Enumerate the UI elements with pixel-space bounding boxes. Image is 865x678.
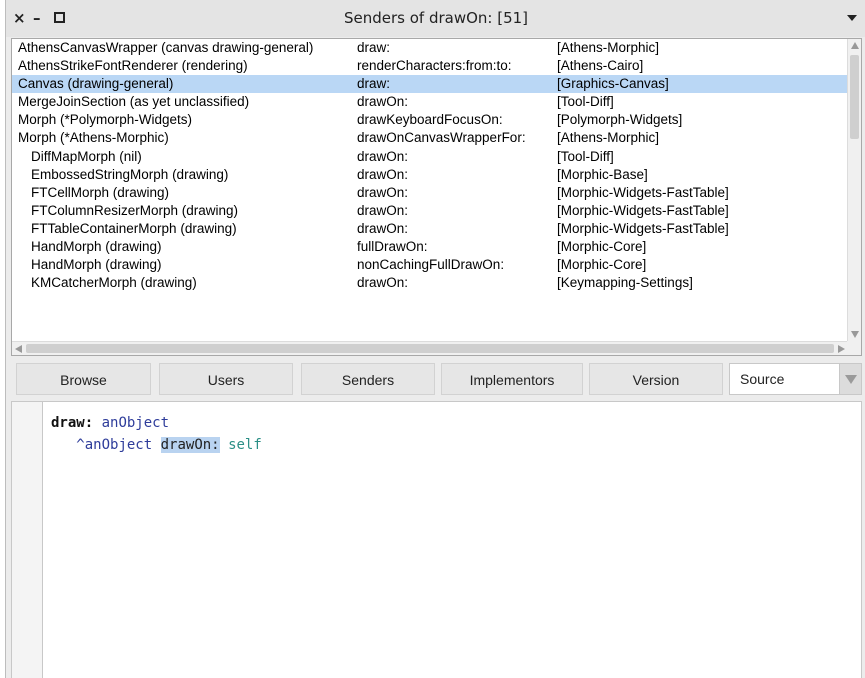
sender-class-cell: EmbossedStringMorph (drawing) <box>31 166 229 182</box>
highlighted-message: drawOn: <box>160 437 220 453</box>
sender-package-cell: [Keymapping-Settings] <box>557 275 693 291</box>
sender-selector-cell: fullDrawOn: <box>357 239 428 255</box>
sender-package-cell: [Tool-Diff] <box>557 148 614 164</box>
sender-class-cell: DiffMapMorph (nil) <box>31 148 142 164</box>
scroll-right-icon[interactable] <box>838 345 845 353</box>
sender-class-cell: HandMorph (drawing) <box>31 239 162 255</box>
sender-class-cell: AthensStrikeFontRenderer (rendering) <box>18 58 248 74</box>
horizontal-scrollbar[interactable] <box>12 341 848 355</box>
method-argument: anObject <box>101 415 170 431</box>
editor-gutter <box>12 402 43 678</box>
sender-class-cell: Morph (*Polymorph-Widgets) <box>18 112 193 128</box>
list-item[interactable]: Morph (*Athens-Morphic) drawOnCanvasWrapp… <box>12 129 848 147</box>
sender-selector-cell: drawOn: <box>357 166 409 182</box>
scroll-down-icon[interactable] <box>851 331 859 338</box>
list-item[interactable]: MergeJoinSection (as yet unclassified) dr… <box>12 93 848 111</box>
sender-class-cell: MergeJoinSection (as yet unclassified) <box>18 94 250 110</box>
sender-package-cell: [Morphic-Widgets-FastTable] <box>557 202 729 218</box>
list-item[interactable]: DiffMapMorph (nil) drawOn: [Tool-Diff] <box>12 148 848 166</box>
scroll-up-icon[interactable] <box>851 42 859 49</box>
version-button[interactable]: Version <box>589 363 723 395</box>
list-item[interactable]: Morph (*Polymorph-Widgets) drawKeyboardFo… <box>12 111 848 129</box>
list-item[interactable]: Canvas (drawing-general) draw: [Graphics-C… <box>12 75 848 94</box>
sender-class-cell: FTColumnResizerMorph (drawing) <box>31 202 239 218</box>
sender-package-cell: [Morphic-Core] <box>557 239 647 255</box>
sender-package-cell: [Athens-Cairo] <box>557 58 644 74</box>
sender-package-cell: [Morphic-Core] <box>557 257 647 273</box>
source-dropdown[interactable]: Source <box>729 363 862 395</box>
sender-package-cell: [Graphics-Canvas] <box>557 76 669 92</box>
sender-selector-cell: drawOnCanvasWrapperFor: <box>357 130 526 146</box>
sender-class-cell: Morph (*Athens-Morphic) <box>18 130 169 146</box>
sender-class-cell: AthensCanvasWrapper (canvas drawing-gene… <box>18 40 314 55</box>
return-caret: ^ <box>76 437 85 453</box>
sender-class-cell: Canvas (drawing-general) <box>18 76 174 92</box>
method-selector: draw: <box>51 415 94 431</box>
sender-selector-cell: nonCachingFullDrawOn: <box>357 257 505 273</box>
list-item[interactable]: KMCatcherMorph (drawing) drawOn: [Keymappi… <box>12 274 848 292</box>
vertical-scrollbar[interactable] <box>847 39 861 341</box>
vertical-scroll-thumb[interactable] <box>850 55 859 139</box>
sender-class-cell: FTTableContainerMorph (drawing) <box>31 220 237 236</box>
sender-selector-cell: draw: <box>357 76 391 92</box>
sender-package-cell: [Athens-Morphic] <box>557 40 660 55</box>
source-code-editor[interactable]: draw: anObject ^anObject drawOn: self <box>11 401 862 678</box>
list-item[interactable]: HandMorph (drawing) fullDrawOn: [Morphic-C… <box>12 238 848 256</box>
users-button[interactable]: Users <box>159 363 293 395</box>
senders-button[interactable]: Senders <box>301 363 435 395</box>
sender-package-cell: [Polymorph-Widgets] <box>557 112 683 128</box>
window-title: Senders of drawOn: [51] <box>343 9 529 27</box>
window-menu-icon[interactable] <box>847 15 857 21</box>
list-item[interactable]: EmbossedStringMorph (drawing) drawOn: [Mor… <box>12 166 848 184</box>
sender-class-cell: HandMorph (drawing) <box>31 257 162 273</box>
sender-package-cell: [Athens-Morphic] <box>557 130 660 146</box>
list-item[interactable]: FTColumnResizerMorph (drawing) drawOn: [Mo… <box>12 202 848 220</box>
browser-toolbar: Browse Users Senders Implementors Versio… <box>11 363 862 395</box>
sender-selector-cell: drawOn: <box>357 202 409 218</box>
senders-window: × – Senders of drawOn: [51] AthensCanvas… <box>5 0 865 678</box>
title-bar[interactable]: × – Senders of drawOn: [51] <box>6 0 865 37</box>
code-line-1: draw: anObject <box>51 412 262 434</box>
sender-selector-cell: drawOn: <box>357 275 409 291</box>
sender-selector-cell: drawKeyboardFocusOn: <box>357 112 503 128</box>
scroll-corner <box>847 341 861 355</box>
list-item[interactable]: FTCellMorph (drawing) drawOn: [Morphic-Wid… <box>12 184 848 202</box>
horizontal-scroll-thumb[interactable] <box>26 344 834 353</box>
list-item[interactable]: FTTableContainerMorph (drawing) drawOn: [M… <box>12 220 848 238</box>
chevron-down-icon[interactable] <box>839 364 861 394</box>
code-line-2: ^anObject drawOn: self <box>51 434 262 456</box>
scroll-left-icon[interactable] <box>15 345 22 353</box>
sender-selector-cell: drawOn: <box>357 148 409 164</box>
sender-selector-cell: drawOn: <box>357 184 409 200</box>
list-item[interactable]: HandMorph (drawing) nonCachingFullDrawOn:… <box>12 256 848 274</box>
sender-selector-cell: renderCharacters:from:to: <box>357 58 512 74</box>
sender-selector-cell: drawOn: <box>357 220 409 236</box>
receiver-variable: anObject <box>84 437 153 453</box>
sender-package-cell: [Tool-Diff] <box>557 94 614 110</box>
sender-package-cell: [Morphic-Widgets-FastTable] <box>557 184 729 200</box>
sender-package-cell: [Morphic-Base] <box>557 166 648 182</box>
list-item[interactable]: AthensCanvasWrapper (canvas drawing-gene… <box>12 39 848 57</box>
source-code[interactable]: draw: anObject ^anObject drawOn: self <box>51 412 262 456</box>
source-dropdown-label: Source <box>740 371 785 387</box>
browse-button[interactable]: Browse <box>16 363 151 395</box>
sender-selector-cell: draw: <box>357 40 391 55</box>
sender-class-cell: FTCellMorph (drawing) <box>31 184 170 200</box>
self-keyword: self <box>228 437 262 453</box>
senders-list[interactable]: AthensCanvasWrapper (canvas drawing-gene… <box>11 38 862 356</box>
sender-selector-cell: drawOn: <box>357 94 409 110</box>
list-item[interactable]: AthensStrikeFontRenderer (rendering) rend… <box>12 57 848 75</box>
implementors-button[interactable]: Implementors <box>441 363 583 395</box>
sender-package-cell: [Morphic-Widgets-FastTable] <box>557 220 729 236</box>
senders-list-rows[interactable]: AthensCanvasWrapper (canvas drawing-gene… <box>12 39 848 341</box>
sender-class-cell: KMCatcherMorph (drawing) <box>31 275 197 291</box>
